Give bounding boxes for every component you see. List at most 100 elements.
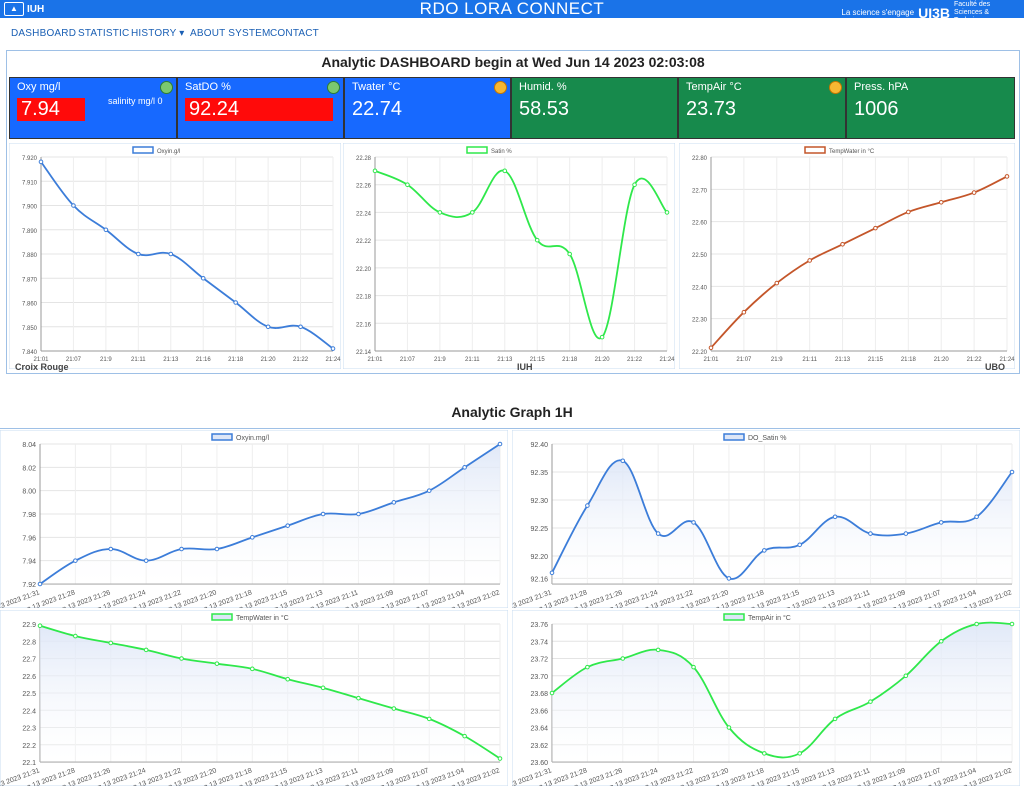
data-point[interactable] [320,511,326,517]
data-point[interactable] [179,546,184,552]
legend-swatch[interactable] [723,613,745,621]
legend-label[interactable]: TempWater in °C [236,614,289,622]
data-point[interactable] [691,664,696,670]
data-point[interactable] [708,345,714,351]
legend-swatch[interactable] [466,146,488,154]
data-point[interactable] [832,514,838,520]
legend-swatch[interactable] [211,613,233,621]
legend-swatch[interactable] [132,146,154,154]
data-point[interactable] [426,716,432,722]
data-point[interactable] [285,676,290,682]
data-point[interactable] [807,258,812,263]
data-point[interactable] [143,558,149,563]
data-point[interactable] [168,251,174,257]
data-point[interactable] [840,242,845,247]
data-point[interactable] [549,690,555,696]
data-point[interactable] [655,531,661,536]
data-point[interactable] [938,638,944,644]
data-point[interactable] [143,647,149,653]
data-point[interactable] [214,546,220,552]
data-point[interactable] [664,210,670,215]
data-point[interactable] [179,656,184,661]
data-point[interactable] [938,520,944,525]
data-point[interactable] [37,623,43,629]
data-point[interactable] [250,666,255,672]
card-twater[interactable]: Twater °C 22.74 [344,77,511,139]
data-point[interactable] [762,751,767,756]
data-point[interactable] [585,664,590,670]
data-point[interactable] [71,203,76,208]
data-point[interactable] [356,511,361,517]
data-point[interactable] [726,576,732,581]
data-point[interactable] [462,733,467,739]
data-point[interactable] [497,756,503,761]
legend-label[interactable]: TempAir in °C [748,614,791,622]
data-point[interactable] [832,716,838,722]
data-point[interactable] [620,656,626,661]
nav-contact[interactable]: CONTACT [270,28,319,39]
card-tempair[interactable]: TempAir °C 23.73 [678,77,846,139]
data-point[interactable] [437,210,443,215]
data-point[interactable] [938,199,944,205]
legend-label[interactable]: DO_Satin % [748,435,787,442]
data-point[interactable] [73,633,78,639]
data-point[interactable] [38,159,44,165]
data-point[interactable] [873,225,878,231]
data-point[interactable] [762,548,767,553]
legend-label[interactable]: Satin % [491,149,512,155]
legend-swatch[interactable] [723,433,745,441]
data-point[interactable] [37,581,43,587]
data-point[interactable] [320,685,326,691]
card-satdo[interactable]: SatDO % 92.24 [177,77,344,139]
legend-label[interactable]: Oxyin.mg/l [236,435,270,442]
data-point[interactable] [549,570,555,576]
data-point[interactable] [1009,469,1015,475]
nav-dashboard[interactable]: DASHBOARD [11,28,76,39]
data-point[interactable] [356,695,361,701]
data-point[interactable] [868,531,873,536]
data-point[interactable] [462,465,467,470]
data-point[interactable] [971,190,977,195]
data-point[interactable] [691,520,696,525]
legend-label[interactable]: TempWater in °C [829,149,875,155]
nav-about-system[interactable]: ABOUT SYSTEM [190,28,271,39]
data-point[interactable] [797,751,802,756]
data-point[interactable] [655,647,661,653]
data-point[interactable] [774,280,780,286]
data-point[interactable] [741,309,747,315]
data-point[interactable] [974,621,979,627]
data-point[interactable] [726,725,732,730]
data-point[interactable] [1009,621,1015,627]
data-point[interactable] [214,661,220,666]
data-point[interactable] [497,441,503,447]
card-oxy[interactable]: Oxy mg/l 7.94 salinity mg/l 0 [9,77,177,139]
legend-swatch[interactable] [804,146,826,154]
data-point[interactable] [285,523,290,528]
data-point[interactable] [906,209,911,215]
data-point[interactable] [903,531,909,536]
data-point[interactable] [330,346,336,351]
data-point[interactable] [391,706,397,711]
data-point[interactable] [502,168,508,174]
nav-history[interactable]: HISTORY ▾ [131,28,185,39]
data-point[interactable] [200,275,206,281]
data-point[interactable] [405,182,410,188]
data-point[interactable] [372,168,378,174]
data-point[interactable] [426,488,432,493]
legend-swatch[interactable] [211,433,233,441]
data-point[interactable] [868,699,873,704]
data-point[interactable] [567,251,572,257]
data-point[interactable] [632,182,637,188]
data-point[interactable] [1004,174,1010,179]
nav-statistic[interactable]: STATISTIC [78,28,129,39]
data-point[interactable] [797,542,802,548]
data-point[interactable] [298,324,303,330]
data-point[interactable] [73,558,78,563]
data-point[interactable] [103,227,109,233]
data-point[interactable] [136,251,141,257]
legend-label[interactable]: Oxyin.g/l [157,149,180,155]
data-point[interactable] [585,503,590,508]
data-point[interactable] [391,500,397,505]
data-point[interactable] [620,458,626,464]
data-point[interactable] [534,237,540,243]
